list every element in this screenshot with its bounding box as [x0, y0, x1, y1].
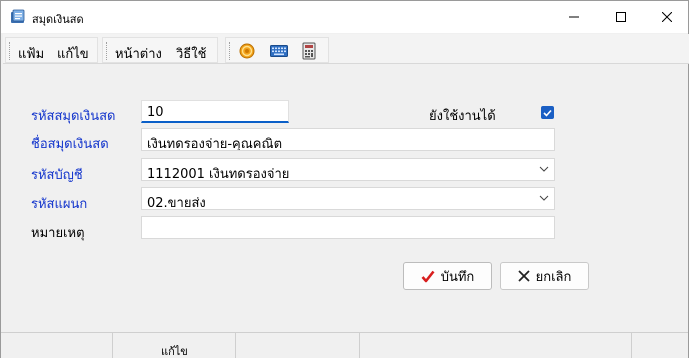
- active-checkbox[interactable]: [541, 106, 554, 119]
- app-icon: [11, 9, 25, 23]
- status-cell: [1, 333, 113, 358]
- cash-book-name-input[interactable]: เงินทดรองจ่าย-คุณคณิต: [141, 128, 555, 151]
- save-button[interactable]: บันทึก: [403, 262, 492, 290]
- window-title: สมุดเงินสด: [32, 13, 84, 26]
- calculator-icon: [302, 42, 316, 60]
- status-mode-text: แก้ไข: [161, 345, 188, 358]
- keyboard-icon: [270, 45, 288, 57]
- close-icon: [517, 270, 530, 282]
- menu-file[interactable]: แฟ้ม: [18, 43, 44, 64]
- coin-button[interactable]: [236, 41, 258, 61]
- active-label: ยังใช้งานได้: [429, 109, 496, 124]
- keyboard-button[interactable]: [268, 41, 290, 61]
- minimize-icon: [569, 16, 579, 18]
- coin-icon: [239, 43, 255, 59]
- cash-book-window: สมุดเงินสด แฟ้ม แก้ไข หน้าต่าง วิธีใช้ ร…: [0, 0, 689, 358]
- chevron-down-icon: [539, 166, 549, 172]
- cancel-button[interactable]: ยกเลิก: [500, 262, 589, 290]
- department-code-label: รหัสแผนก: [31, 197, 88, 212]
- toolbar-grip[interactable]: [229, 42, 231, 60]
- checkmark-icon: [543, 109, 552, 117]
- menu-window[interactable]: หน้าต่าง: [115, 43, 162, 64]
- minimize-button[interactable]: [551, 1, 597, 33]
- close-icon: [662, 12, 672, 22]
- account-code-label: รหัสบัญชี: [31, 168, 83, 183]
- remark-label: หมายเหตุ: [31, 226, 85, 241]
- cancel-label: ยกเลิก: [535, 269, 572, 285]
- chevron-down-icon: [539, 195, 549, 201]
- status-cell: [360, 333, 632, 358]
- department-code-select[interactable]: 02.ขายส่ง: [141, 187, 555, 210]
- calculator-button[interactable]: [298, 41, 320, 61]
- maximize-icon: [616, 12, 626, 22]
- close-button[interactable]: [644, 1, 689, 33]
- menu-help[interactable]: วิธีใช้: [176, 43, 206, 64]
- checkmark-icon: [421, 270, 435, 282]
- maximize-button[interactable]: [598, 1, 644, 33]
- toolbar-group: [225, 37, 329, 63]
- menu-bar: แฟ้ม แก้ไข หน้าต่าง วิธีใช้: [3, 34, 689, 64]
- account-code-value: 1112001 เงินทดรองจ่าย: [147, 167, 290, 181]
- menu-group-window-help: หน้าต่าง วิธีใช้: [102, 37, 218, 63]
- status-bar: แก้ไข: [1, 332, 688, 358]
- toolbar-grip[interactable]: [106, 42, 108, 60]
- save-label: บันทึก: [440, 269, 475, 285]
- remark-input[interactable]: [141, 216, 555, 239]
- department-code-value: 02.ขายส่ง: [147, 196, 206, 210]
- status-cell: [236, 333, 360, 358]
- cash-book-name-label: ชื่อสมุดเงินสด: [31, 137, 109, 152]
- menu-edit[interactable]: แก้ไข: [57, 43, 89, 64]
- account-code-select[interactable]: 1112001 เงินทดรองจ่าย: [141, 158, 555, 181]
- title-bar: สมุดเงินสด: [1, 1, 688, 33]
- toolbar-grip[interactable]: [9, 42, 11, 60]
- cash-book-code-input[interactable]: 10: [141, 100, 289, 123]
- menu-group-file-edit: แฟ้ม แก้ไข: [5, 37, 98, 63]
- cash-book-code-label: รหัสสมุดเงินสด: [31, 109, 116, 124]
